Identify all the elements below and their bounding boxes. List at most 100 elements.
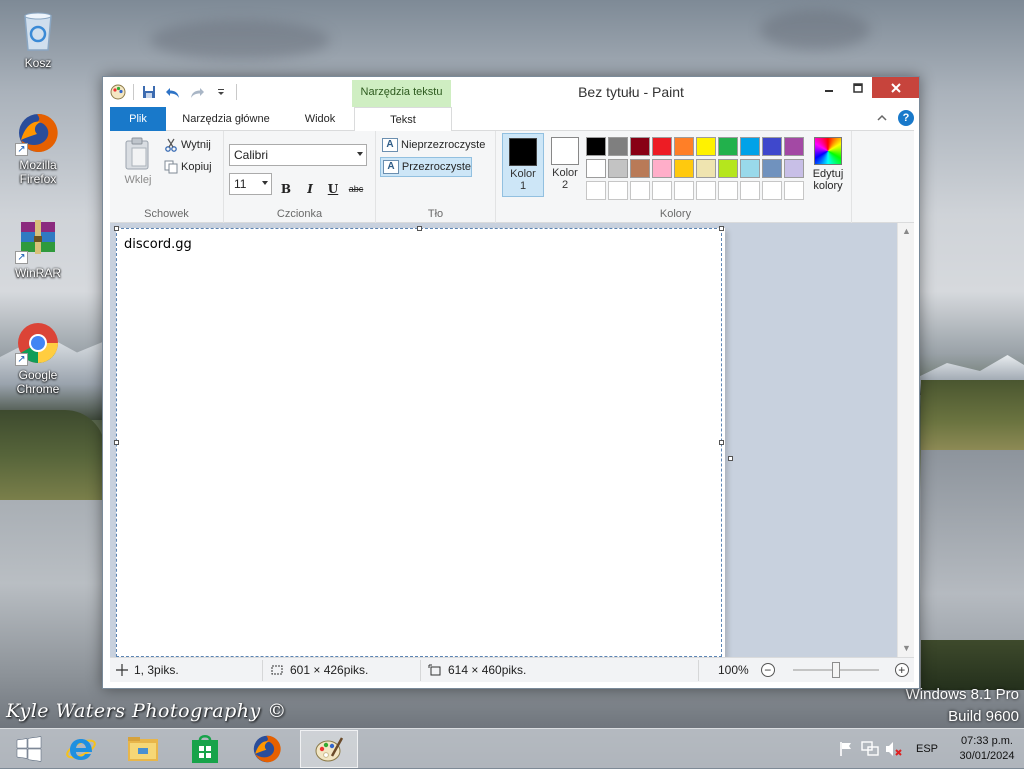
help-icon[interactable]: ? xyxy=(898,110,914,126)
color2-button[interactable]: Kolor 2 xyxy=(544,133,586,197)
title-bar[interactable]: Narzędzia tekstu Bez tytułu - Paint xyxy=(103,77,919,107)
desktop-icon-chrome[interactable]: ↗ Google Chrome xyxy=(3,320,73,396)
resize-handle[interactable] xyxy=(719,440,724,445)
clock[interactable]: 07:33 p.m. 30/01/2024 xyxy=(950,734,1024,764)
transparent-option[interactable]: A Przezroczyste xyxy=(380,157,472,177)
palette-swatch[interactable] xyxy=(652,159,672,178)
palette-swatch[interactable] xyxy=(652,137,672,156)
desktop-icon-recycle-bin[interactable]: Kosz xyxy=(3,8,73,70)
desktop-icon-firefox[interactable]: ↗ Mozilla Firefox xyxy=(3,110,73,186)
font-group: Calibri 11 B I U abc Czcionka xyxy=(224,131,376,223)
input-language[interactable]: ESP xyxy=(916,743,938,755)
save-icon[interactable] xyxy=(140,83,158,101)
minimize-button[interactable] xyxy=(814,77,843,98)
edit-colors-button[interactable]: Edytuj kolory xyxy=(808,133,848,192)
opaque-label: Nieprzezroczyste xyxy=(401,139,486,151)
scroll-down-icon[interactable]: ▼ xyxy=(898,640,915,657)
copy-button[interactable]: Kopiuj xyxy=(164,157,212,177)
maximize-button[interactable] xyxy=(843,77,872,98)
canvas-resize-handle[interactable] xyxy=(728,456,733,461)
font-group-label: Czcionka xyxy=(276,208,323,220)
taskbar-store[interactable] xyxy=(176,730,234,768)
color1-number: 1 xyxy=(519,180,527,192)
underline-button[interactable]: U xyxy=(323,179,343,199)
network-icon[interactable] xyxy=(858,729,882,769)
taskbar-file-explorer[interactable] xyxy=(114,730,172,768)
opaque-option[interactable]: A Nieprzezroczyste xyxy=(380,135,490,155)
redo-icon[interactable] xyxy=(188,83,206,101)
taskbar-internet-explorer[interactable] xyxy=(52,730,110,768)
palette-swatch[interactable] xyxy=(586,137,606,156)
cursor-position-icon xyxy=(116,664,128,676)
palette-swatch[interactable] xyxy=(696,159,716,178)
paint-app-icon[interactable] xyxy=(109,83,127,101)
scroll-up-icon[interactable]: ▲ xyxy=(898,223,915,240)
palette-swatch[interactable] xyxy=(696,181,716,200)
palette-swatch[interactable] xyxy=(740,181,760,200)
palette-swatch[interactable] xyxy=(674,181,694,200)
resize-handle[interactable] xyxy=(114,440,119,445)
zoom-out-button[interactable]: − xyxy=(760,663,775,677)
edit-colors-label-1: Edytuj xyxy=(812,168,844,180)
palette-swatch[interactable] xyxy=(630,137,650,156)
palette-swatch[interactable] xyxy=(630,181,650,200)
palette-swatch[interactable] xyxy=(608,159,628,178)
palette-swatch[interactable] xyxy=(630,159,650,178)
palette-swatch[interactable] xyxy=(784,181,804,200)
paste-button[interactable]: Wklej xyxy=(116,137,160,186)
action-center-flag-icon[interactable] xyxy=(834,729,858,769)
collapse-ribbon-icon[interactable] xyxy=(876,112,888,124)
resize-handle[interactable] xyxy=(719,226,724,231)
tab-view[interactable]: Widok xyxy=(290,107,350,131)
palette-swatch[interactable] xyxy=(718,181,738,200)
palette-swatch[interactable] xyxy=(586,181,606,200)
tab-home[interactable]: Narzędzia główne xyxy=(174,107,278,131)
palette-swatch[interactable] xyxy=(718,159,738,178)
vertical-scrollbar[interactable]: ▲ ▼ xyxy=(897,223,914,657)
palette-swatch[interactable] xyxy=(784,159,804,178)
volume-muted-icon[interactable] xyxy=(882,729,906,769)
palette-swatch[interactable] xyxy=(740,159,760,178)
close-button[interactable] xyxy=(872,77,919,98)
palette-swatch[interactable] xyxy=(674,159,694,178)
color1-button[interactable]: Kolor 1 xyxy=(502,133,544,197)
cut-button[interactable]: Wytnij xyxy=(164,135,211,155)
taskbar-firefox[interactable] xyxy=(238,730,296,768)
undo-icon[interactable] xyxy=(164,83,182,101)
strikethrough-button[interactable]: abc xyxy=(346,179,366,199)
palette-swatch[interactable] xyxy=(674,137,694,156)
palette-swatch[interactable] xyxy=(586,159,606,178)
taskbar-paint[interactable] xyxy=(300,730,358,768)
start-button[interactable] xyxy=(0,730,58,768)
quick-access-toolbar xyxy=(109,81,237,103)
zoom-slider[interactable] xyxy=(792,662,879,678)
font-family-dropdown[interactable]: Calibri xyxy=(229,144,367,166)
zoom-in-button[interactable]: + xyxy=(894,663,909,677)
copy-icon xyxy=(164,160,178,174)
customize-qat-icon[interactable] xyxy=(212,83,230,101)
palette-swatch[interactable] xyxy=(784,137,804,156)
tab-file[interactable]: Plik xyxy=(110,107,166,131)
selection-size: 601 × 426piks. xyxy=(270,663,368,677)
tab-text[interactable]: Tekst xyxy=(354,107,452,132)
palette-swatch[interactable] xyxy=(762,137,782,156)
palette-swatch[interactable] xyxy=(762,181,782,200)
palette-swatch[interactable] xyxy=(740,137,760,156)
zoom-slider-thumb[interactable] xyxy=(831,662,840,678)
desktop-icon-winrar[interactable]: ↗ WinRAR xyxy=(3,218,73,280)
palette-swatch[interactable] xyxy=(696,137,716,156)
palette-swatch[interactable] xyxy=(718,137,738,156)
windows-logo-icon xyxy=(16,736,42,762)
italic-button[interactable]: I xyxy=(300,179,320,199)
palette-swatch[interactable] xyxy=(652,181,672,200)
text-selection-box[interactable] xyxy=(116,228,722,657)
selection-size-value: 601 × 426piks. xyxy=(290,663,369,677)
resize-handle[interactable] xyxy=(417,226,422,231)
palette-swatch[interactable] xyxy=(608,181,628,200)
bold-button[interactable]: B xyxy=(276,179,296,199)
palette-swatch[interactable] xyxy=(762,159,782,178)
shortcut-arrow-icon: ↗ xyxy=(15,353,28,366)
resize-handle[interactable] xyxy=(114,226,119,231)
palette-swatch[interactable] xyxy=(608,137,628,156)
font-size-dropdown[interactable]: 11 xyxy=(229,173,272,195)
